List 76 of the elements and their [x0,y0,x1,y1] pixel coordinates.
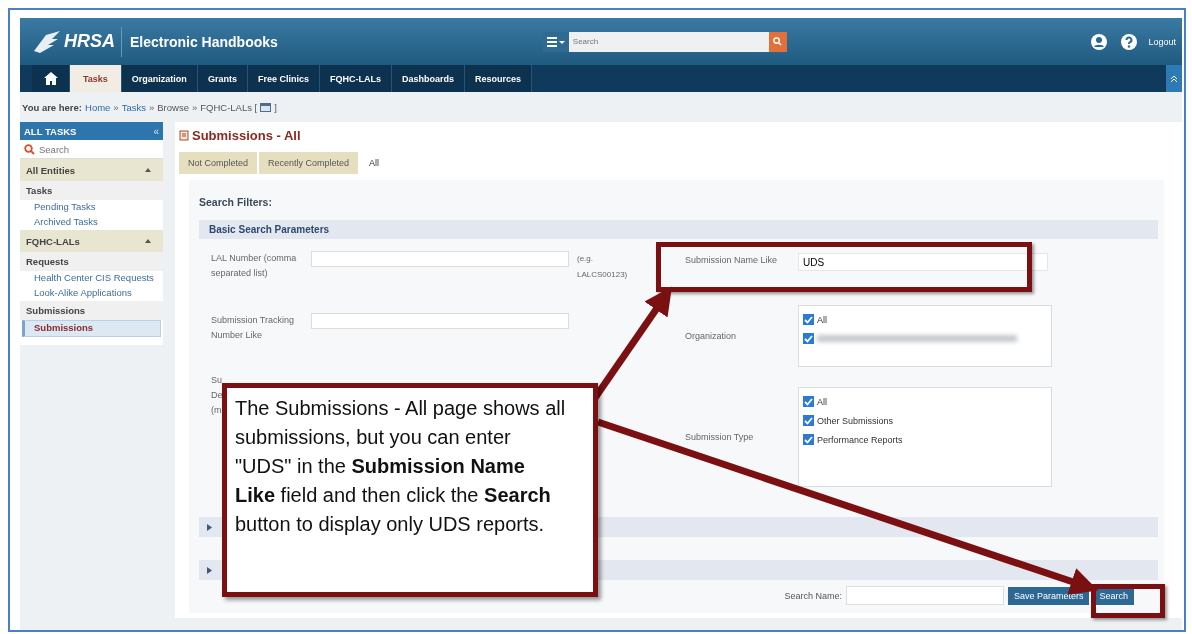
nav-tab[interactable]: Organization [121,65,198,92]
breadcrumb-link[interactable]: Home [85,101,111,113]
chevrons-up-icon [1170,74,1178,83]
menu-button[interactable] [542,31,569,52]
group-title: All Entities [26,164,76,176]
breadcrumb-item: FQHC-LALs [ [200,101,258,113]
checkbox-label: Performance Reports [817,434,903,445]
field-label: Submission Type [685,430,755,444]
page-tab[interactable]: Recently Completed [259,152,359,174]
nav-tab[interactable]: FQHC-LALs [319,65,392,92]
calendar-icon[interactable] [260,102,272,112]
user-icon[interactable] [1090,32,1109,51]
page-title: Submissions - All [192,128,301,143]
eagle-logo-icon [32,28,62,55]
text-field[interactable] [311,313,569,329]
breadcrumb-link[interactable]: Tasks [121,101,146,113]
breadcrumb-item: ] [274,101,277,113]
nav-tab[interactable]: Tasks [70,65,122,92]
page-tab[interactable]: Not Completed [179,152,258,174]
nav-tab[interactable]: Dashboards [391,65,465,92]
checkbox[interactable] [803,333,814,344]
callout-tooltip: The Submissions - All page shows all submissions, but you can enter "UDS" in the Submission Name Like field and then click the Search button to display only UDS reports. [222,383,598,597]
checkbox-label: Other Submissions [817,415,894,426]
search-icon [773,37,783,46]
sidebar-section-title: Tasks [20,181,163,200]
collapse-button[interactable] [1166,65,1182,92]
section-header: Basic Search Parameters [199,220,1158,239]
breadcrumb-label: You are here: [22,101,82,113]
field-hint: (e.g. LALCS00123) [577,253,629,281]
checkbox[interactable] [803,415,814,426]
sidebar-title: ALL TASKS [24,125,77,137]
search-icon [24,143,35,155]
help-icon[interactable] [1120,32,1139,51]
nav-tab[interactable]: Grants [197,65,248,92]
home-icon [43,72,58,85]
document-icon [179,130,190,141]
group-title: FQHC-LALs [26,235,80,247]
collapse-sidebar-button[interactable]: « [153,125,159,137]
nav-tab[interactable]: Free Clinics [247,65,320,92]
field-label: Organization [685,329,738,343]
search-button[interactable] [768,31,787,52]
search-name-field[interactable] [845,586,1004,605]
field-label: LAL Number (comma separated list) [211,252,298,280]
sidebar-item[interactable]: Submissions [22,320,161,337]
field-label: Submission Name Like [685,254,779,267]
logout-link[interactable]: Logout [1148,36,1176,47]
search-name-label: Search Name: [784,590,842,601]
field-label: Submission Tracking Number Like [211,314,296,342]
save-parameters-button[interactable]: Save Parameters [1007,586,1090,605]
breadcrumb-item: Browse [157,101,189,113]
checkbox[interactable] [803,314,814,325]
sidebar-item[interactable]: Pending Tasks [20,200,163,215]
checkbox[interactable] [803,434,814,445]
breadcrumb-separator: » [148,101,155,113]
checkbox-label: All [817,396,827,407]
search-field[interactable]: Search [568,31,769,52]
logo-text: HRSA [64,31,115,52]
sidebar-section-title: Requests [20,252,163,271]
sidebar-group-header[interactable]: All Entities [20,159,163,181]
text-field[interactable] [311,251,569,267]
field-label: Su De (m [211,374,223,417]
sidebar-item[interactable]: Archived Tasks [20,215,163,230]
checkbox[interactable] [803,396,814,407]
sidebar-item[interactable]: Look-Alike Applications [20,286,163,301]
app-title: Electronic Handbooks [130,33,278,50]
sidebar-group-header[interactable]: FQHC-LALs [20,230,163,252]
breadcrumb-separator: » [113,101,119,113]
filters-heading: Search Filters: [199,196,273,208]
checkbox-label: All [817,314,827,325]
home-tab[interactable] [32,65,70,92]
sidebar-item[interactable]: Health Center CIS Requests [20,271,163,286]
nav-tab[interactable]: Resources [464,65,532,92]
menu-icon [546,36,565,47]
sidebar-section-title: Submissions [20,301,163,320]
text-field[interactable]: UDS [798,253,1048,271]
breadcrumb-separator: » [191,101,198,113]
